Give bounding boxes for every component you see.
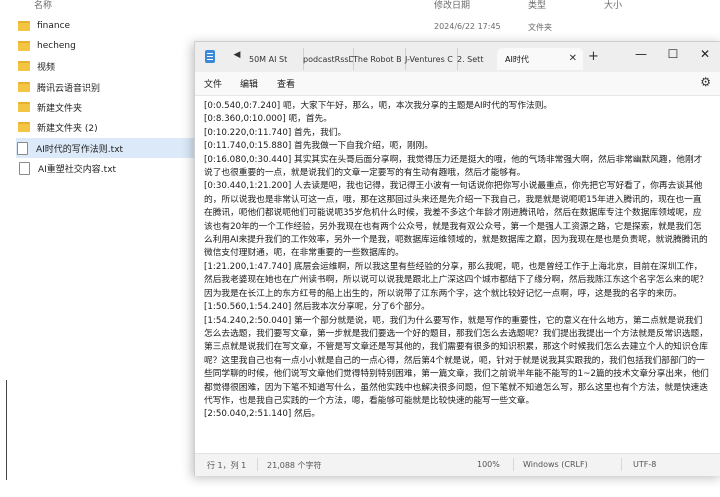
close-window-icon[interactable]: ✕ — [695, 47, 715, 61]
status-divider — [621, 458, 622, 471]
file-name: hecheng — [37, 41, 76, 51]
file-row-hecheng[interactable]: hecheng — [18, 36, 198, 56]
folder-icon — [18, 21, 30, 31]
status-bar: 行 1，列 1 21,088 个字符 100% Windows (CRLF) U… — [195, 453, 720, 476]
notepad-app-icon — [205, 50, 215, 63]
status-divider — [513, 458, 514, 471]
tab-robot[interactable]: The Robot B — [349, 48, 406, 70]
file-row-ai-writing-txt[interactable]: AI时代的写作法则.txt — [16, 138, 198, 158]
file-row-ai-social-txt[interactable]: AI重塑社交内容.txt — [18, 158, 198, 178]
line-ending: Windows (CRLF) — [523, 460, 588, 469]
folder-icon — [18, 102, 30, 112]
transcript-line: [0:10.220,0:11.740] 首先，我们。 — [204, 127, 347, 138]
transcript-line: [0:0.540,0:7.240] 呃，大家下午好，那么，呃，本次我分享的主题是… — [204, 101, 553, 111]
tab-label: 50M AI St — [249, 54, 288, 64]
file-row-new-folder-2[interactable]: 新建文件夹 (2) — [18, 117, 198, 137]
text-file-icon — [17, 141, 28, 155]
transcript-line: [1:21.200,1:47.740] 底层会运维啊，所以我这里有些经验的分享，… — [204, 261, 708, 299]
zoom-level: 100% — [477, 460, 500, 469]
close-tab-icon[interactable]: ✕ — [569, 53, 577, 64]
folder-icon — [18, 82, 30, 92]
transcript-line: [1:50.560,1:54.240] 然后我本次分享呢，分了6个部分。 — [204, 302, 430, 313]
folder-icon — [18, 41, 30, 51]
file-row-new-folder[interactable]: 新建文件夹 — [18, 97, 198, 117]
tab-label: J-Ventures C — [405, 54, 453, 64]
encoding: UTF-8 — [633, 460, 657, 469]
transcript-line: [0:8.360,0:10.000] 呃，首先。 — [204, 114, 332, 125]
file-name: 腾讯云语音识别 — [37, 83, 101, 94]
minimize-icon[interactable]: — — [631, 47, 651, 61]
menu-file[interactable]: 文件 — [204, 77, 222, 90]
file-list-header: 名称 修改日期 类型 大小 — [0, 0, 720, 12]
file-name: 新建文件夹 (2) — [37, 123, 98, 134]
tab-label: The Robot B — [353, 54, 402, 64]
transcript-line: [1:54.240,2:50.040] 第一个部分就是说，呃，我们为什么要写作，… — [204, 315, 709, 406]
transcript-line: [0:16.080,0:30.440] 其实其实在头哥后面分享啊，我觉得压力还是… — [204, 154, 703, 179]
tab-50m-ai[interactable]: 50M AI St — [245, 48, 304, 70]
notepad-window: ◀ 50M AI St podcastRssD The Robot B J-Ve… — [194, 41, 720, 476]
folder-icon — [18, 122, 30, 132]
tab-podcast-rss[interactable]: podcastRssD — [299, 48, 354, 70]
menu-bar: 文件 编辑 查看 ⚙ — [195, 72, 720, 94]
tab-label: 2. Sett — [457, 54, 484, 64]
file-name: finance — [37, 21, 71, 31]
transcript-line: [0:30.440,1:21.200] 人去读是吧，我也记得，我记得王小波有一句… — [204, 181, 708, 259]
character-count: 21,088 个字符 — [267, 461, 322, 470]
tab-scroll-left-icon[interactable]: ◀ — [231, 50, 243, 60]
file-name: AI重塑社交内容.txt — [38, 164, 117, 175]
file-row-finance[interactable]: finance — [18, 16, 198, 36]
tab-label: podcastRssD — [303, 54, 354, 64]
file-name: 视频 — [37, 62, 56, 73]
file-type: 文件夹 — [528, 23, 552, 32]
editor-content: [0:0.540,0:7.240] 呃，大家下午好，那么，呃，本次我分享的主题是… — [204, 100, 709, 422]
text-file-icon — [19, 161, 30, 175]
tab-label: AI时代 — [505, 54, 529, 64]
file-row-tencent-asr[interactable]: 腾讯云语音识别 — [18, 77, 198, 97]
maximize-icon[interactable]: ☐ — [663, 47, 683, 61]
column-header-type[interactable]: 类型 — [528, 0, 546, 11]
menu-edit[interactable]: 编辑 — [240, 77, 258, 90]
title-bar: ◀ 50M AI St podcastRssD The Robot B J-Ve… — [195, 42, 720, 72]
transcript-line: [0:11.740,0:15.880] 首先我做一下自我介绍，呃，刚刚。 — [204, 141, 434, 152]
explorer-scrollbar[interactable] — [6, 380, 7, 480]
file-row-video[interactable]: 视频 — [18, 56, 198, 76]
file-name: AI时代的写作法则.txt — [36, 144, 124, 155]
column-header-name[interactable]: 名称 — [34, 0, 52, 11]
status-divider — [257, 458, 258, 471]
text-editor[interactable]: [0:0.540,0:7.240] 呃，大家下午好，那么，呃，本次我分享的主题是… — [195, 95, 720, 454]
cursor-position: 行 1，列 1 — [207, 461, 247, 470]
tab-settings[interactable]: 2. Sett — [453, 48, 502, 70]
column-header-date[interactable]: 修改日期 — [434, 0, 470, 11]
folder-icon — [18, 61, 30, 71]
tab-j-ventures[interactable]: J-Ventures C — [401, 48, 458, 70]
settings-gear-icon[interactable]: ⚙ — [700, 75, 711, 89]
column-header-size[interactable]: 大小 — [604, 0, 622, 11]
file-date: 2024/6/22 17:45 — [434, 22, 501, 31]
menu-view[interactable]: 查看 — [277, 77, 295, 90]
new-tab-plus-icon[interactable]: + — [588, 49, 599, 64]
tab-ai-era-active[interactable]: AI时代 ✕ — [497, 48, 583, 70]
file-name: 新建文件夹 — [37, 103, 83, 114]
transcript-line: [2:50.040,2:51.140] 然后。 — [204, 409, 321, 420]
